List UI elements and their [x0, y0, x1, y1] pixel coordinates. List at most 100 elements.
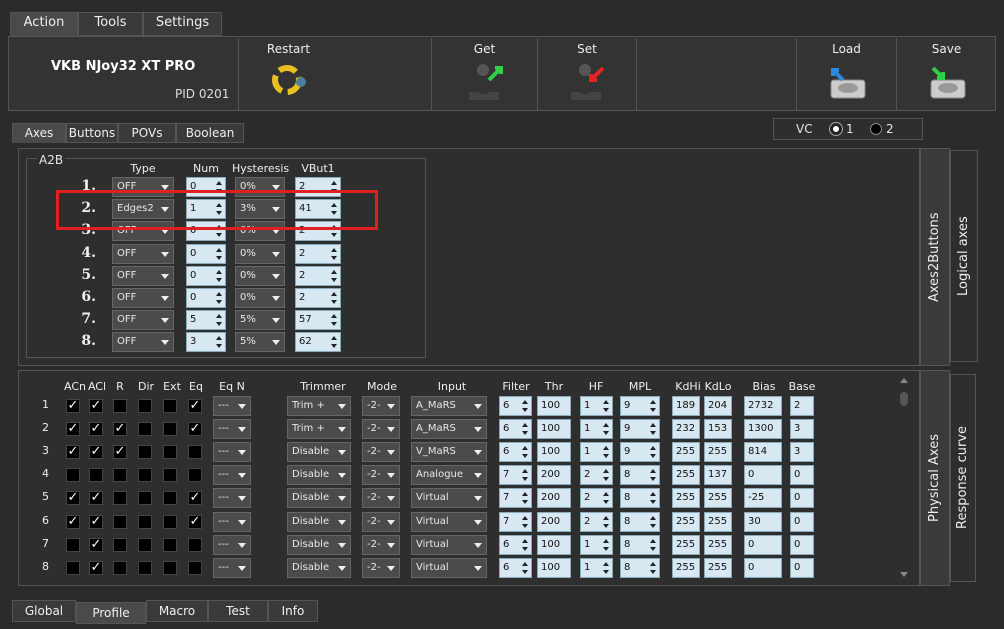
hf-stepper[interactable]: 1 [580, 442, 613, 463]
kdlo-field[interactable]: 255 [704, 488, 732, 509]
a2b-vbut-stepper[interactable]: 2 [295, 243, 341, 264]
arrow-down-icon[interactable] [650, 500, 656, 505]
base-field[interactable]: 0 [790, 465, 814, 486]
kdhi-field[interactable]: 232 [672, 419, 700, 440]
thr-field[interactable]: 200 [537, 511, 571, 532]
arrow-down-icon[interactable] [603, 569, 609, 574]
arrow-up-icon[interactable] [331, 269, 337, 274]
thr-field[interactable]: 100 [537, 442, 571, 463]
tab-settings[interactable]: Settings [143, 12, 222, 36]
checkbox-r[interactable]: ✓ [113, 445, 127, 460]
input-select[interactable]: Virtual [411, 511, 487, 532]
arrow-up-icon[interactable] [331, 181, 337, 185]
arrow-down-icon[interactable] [331, 300, 337, 304]
checkbox-eq[interactable]: ✓ [188, 422, 202, 437]
bias-field[interactable]: 2732 [744, 396, 782, 416]
bias-field[interactable]: 0 [744, 534, 782, 555]
base-field[interactable]: 0 [790, 511, 814, 532]
checkbox-dir[interactable] [138, 514, 152, 529]
arrow-up-icon[interactable] [650, 446, 656, 451]
checkbox-acl[interactable]: ✓ [89, 514, 103, 529]
hf-stepper[interactable]: 1 [580, 534, 613, 555]
save-button[interactable]: Save [896, 38, 996, 110]
checkbox-acl[interactable] [89, 468, 103, 483]
tab-physical-axes[interactable]: Physical Axes [920, 370, 950, 586]
filter-stepper[interactable]: 6 [499, 419, 532, 440]
thr-field[interactable]: 200 [537, 465, 571, 486]
kdlo-field[interactable]: 255 [704, 511, 732, 532]
mpl-stepper[interactable]: 9 [620, 442, 660, 463]
checkbox-acn[interactable] [66, 468, 80, 483]
arrow-down-icon[interactable] [650, 569, 656, 574]
checkbox-r[interactable] [113, 468, 127, 483]
arrow-up-icon[interactable] [603, 561, 609, 566]
checkbox-dir[interactable] [138, 445, 152, 460]
checkbox-r[interactable] [113, 514, 127, 529]
input-select[interactable]: Analogue [411, 465, 487, 486]
arrow-down-icon[interactable] [650, 408, 656, 412]
checkbox-ext[interactable] [163, 445, 177, 460]
base-field[interactable]: 2 [790, 396, 814, 416]
arrow-up-icon[interactable] [603, 446, 609, 451]
checkbox-acl[interactable]: ✓ [89, 445, 103, 460]
kdlo-field[interactable]: 204 [704, 396, 732, 416]
eq-n-select[interactable]: --- [213, 465, 251, 486]
arrow-down-icon[interactable] [522, 546, 528, 551]
checkbox-acl[interactable]: ✓ [89, 491, 103, 506]
eq-n-select[interactable]: --- [213, 557, 251, 578]
a2b-type-select[interactable]: OFF [112, 265, 174, 286]
checkbox-dir[interactable] [138, 399, 152, 413]
base-field[interactable]: 3 [790, 442, 814, 463]
arrow-down-icon[interactable] [522, 431, 528, 436]
tab-action[interactable]: Action [10, 12, 78, 36]
arrow-up-icon[interactable] [650, 538, 656, 543]
checkbox-r[interactable]: ✓ [113, 422, 127, 437]
arrow-up-icon[interactable] [522, 400, 528, 404]
tab-axes2buttons[interactable]: Axes2Buttons [920, 148, 950, 366]
arrow-down-icon[interactable] [216, 300, 222, 304]
eq-n-select[interactable]: --- [213, 488, 251, 509]
arrow-up-icon[interactable] [216, 181, 222, 185]
arrow-up-icon[interactable] [603, 469, 609, 474]
arrow-down-icon[interactable] [331, 233, 337, 238]
trimmer-select[interactable]: Disable [287, 442, 351, 463]
trimmer-select[interactable]: Disable [287, 557, 351, 578]
checkbox-ext[interactable] [163, 399, 177, 413]
arrow-up-icon[interactable] [331, 292, 337, 296]
filter-stepper[interactable]: 7 [499, 465, 532, 486]
checkbox-r[interactable] [113, 491, 127, 506]
a2b-num-stepper[interactable]: 3 [186, 332, 226, 353]
subtab-boolean[interactable]: Boolean [176, 123, 244, 143]
a2b-hysteresis-select[interactable]: 0% [235, 288, 285, 308]
arrow-up-icon[interactable] [650, 469, 656, 474]
thr-field[interactable]: 100 [537, 557, 571, 578]
mpl-stepper[interactable]: 8 [620, 488, 660, 509]
get-button[interactable]: Get [431, 38, 537, 110]
arrow-up-icon[interactable] [603, 400, 609, 404]
checkbox-r[interactable] [113, 399, 127, 413]
checkbox-ext[interactable] [163, 491, 177, 506]
arrow-up-icon[interactable] [522, 469, 528, 474]
arrow-down-icon[interactable] [650, 477, 656, 482]
arrow-up-icon[interactable] [216, 292, 222, 296]
input-select[interactable]: A_MaRS [411, 396, 487, 416]
arrow-up-icon[interactable] [216, 314, 222, 319]
base-field[interactable]: 0 [790, 534, 814, 555]
a2b-vbut-stepper[interactable]: 57 [295, 310, 341, 331]
mode-select[interactable]: -2- [362, 465, 400, 486]
input-select[interactable]: Virtual [411, 534, 487, 555]
scroll-thumb[interactable] [900, 392, 908, 406]
arrow-up-icon[interactable] [650, 561, 656, 566]
mode-select[interactable]: -2- [362, 442, 400, 463]
filter-stepper[interactable]: 7 [499, 511, 532, 532]
checkbox-eq[interactable]: ✓ [188, 514, 202, 529]
vc-radio-1[interactable] [830, 123, 842, 135]
subtab-axes[interactable]: Axes [12, 123, 66, 143]
filter-stepper[interactable]: 7 [499, 488, 532, 509]
a2b-hysteresis-select[interactable]: 5% [235, 310, 285, 331]
checkbox-acn[interactable]: ✓ [66, 445, 80, 460]
bias-field[interactable]: 1300 [744, 419, 782, 440]
arrow-down-icon[interactable] [650, 546, 656, 551]
kdlo-field[interactable]: 137 [704, 465, 732, 486]
arrow-up-icon[interactable] [331, 247, 337, 252]
